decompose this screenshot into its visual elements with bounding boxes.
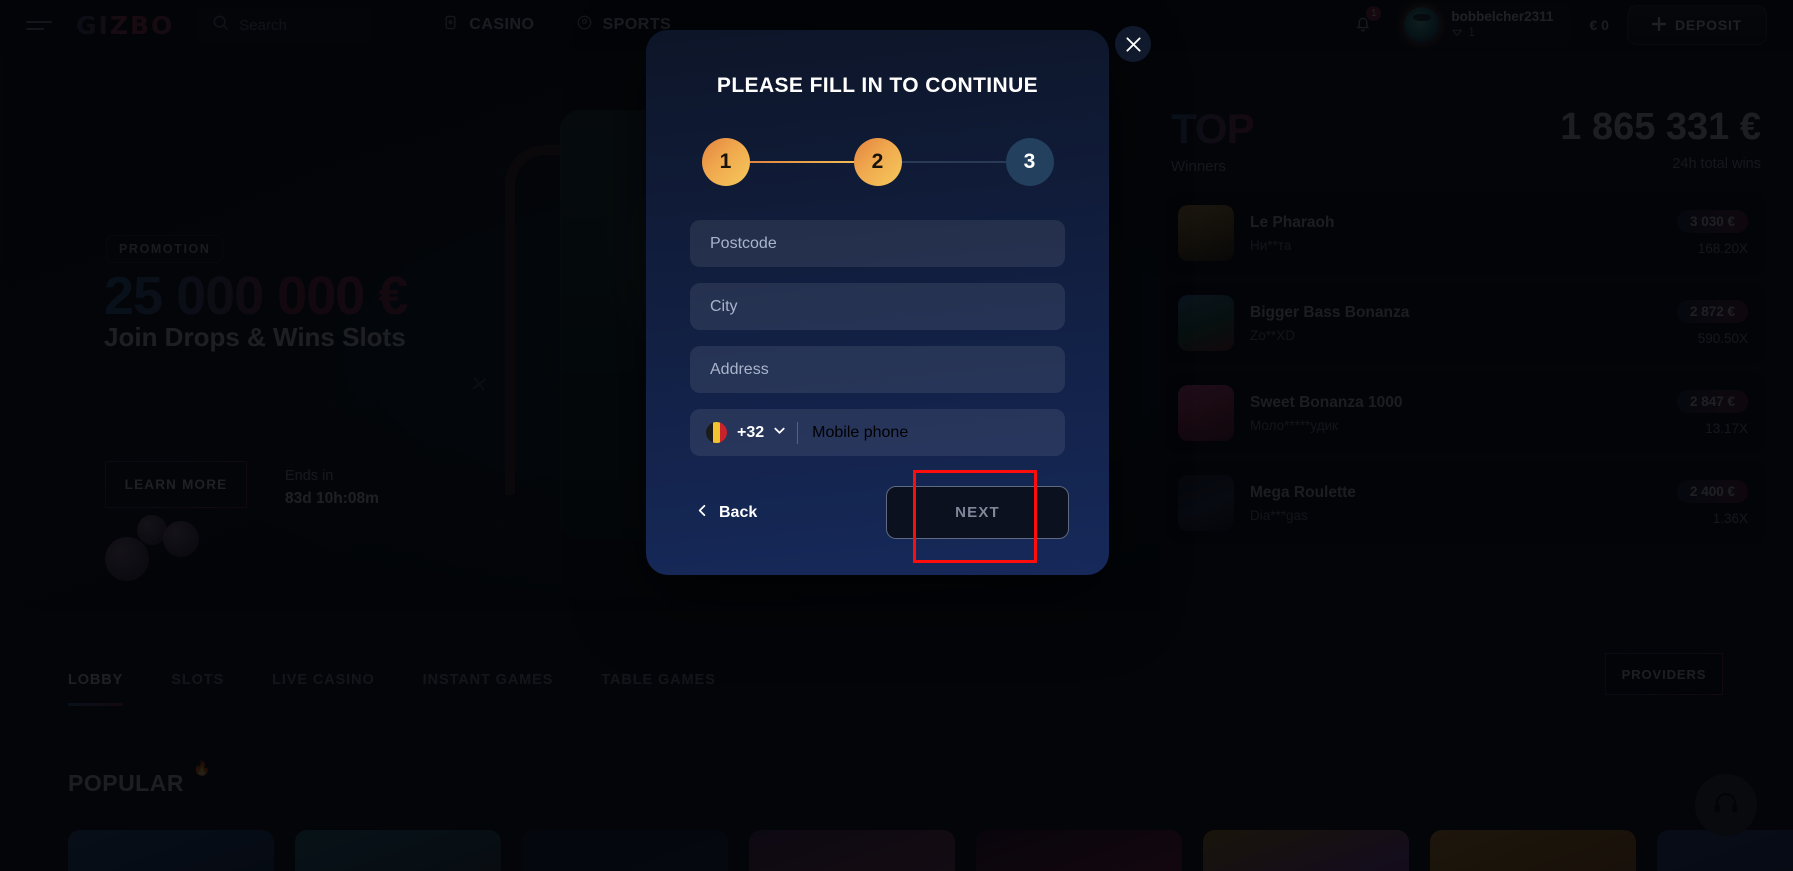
address-placeholder: Address [710, 360, 769, 378]
belgium-flag-icon [706, 422, 727, 443]
address-field[interactable]: Address [690, 346, 1065, 393]
postcode-placeholder: Postcode [710, 234, 777, 252]
modal-actions: Back NEXT [646, 456, 1109, 539]
app-root: GIZBO Search CASINO SPOR [0, 0, 1793, 871]
chevron-left-icon [696, 504, 709, 522]
mobile-phone-field[interactable]: +32 Mobile phone [690, 409, 1065, 456]
step-2[interactable]: 2 [853, 138, 902, 186]
city-placeholder: City [710, 297, 738, 315]
step-indicator: 1 2 3 [646, 138, 1109, 186]
phone-divider [797, 421, 799, 444]
modal-fields: Postcode City Address +32 Mobile phone [646, 186, 1109, 456]
step-1[interactable]: 1 [701, 138, 750, 186]
dial-code: +32 [737, 423, 765, 441]
chevron-down-icon[interactable] [772, 423, 787, 443]
back-label: Back [719, 503, 758, 521]
step-3[interactable]: 3 [1005, 138, 1054, 186]
modal-title: PLEASE FILL IN TO CONTINUE [716, 74, 1039, 97]
mobile-phone-placeholder: Mobile phone [812, 423, 909, 441]
next-button[interactable]: NEXT [886, 486, 1069, 539]
step-connector-2-3 [901, 161, 1006, 163]
fill-in-modal: PLEASE FILL IN TO CONTINUE 1 2 3 Postcod… [646, 30, 1109, 575]
back-button[interactable]: Back [686, 504, 757, 522]
close-icon[interactable] [1115, 26, 1151, 62]
city-field[interactable]: City [690, 283, 1065, 330]
postcode-field[interactable]: Postcode [690, 220, 1065, 267]
step-connector-1-2 [749, 161, 854, 163]
